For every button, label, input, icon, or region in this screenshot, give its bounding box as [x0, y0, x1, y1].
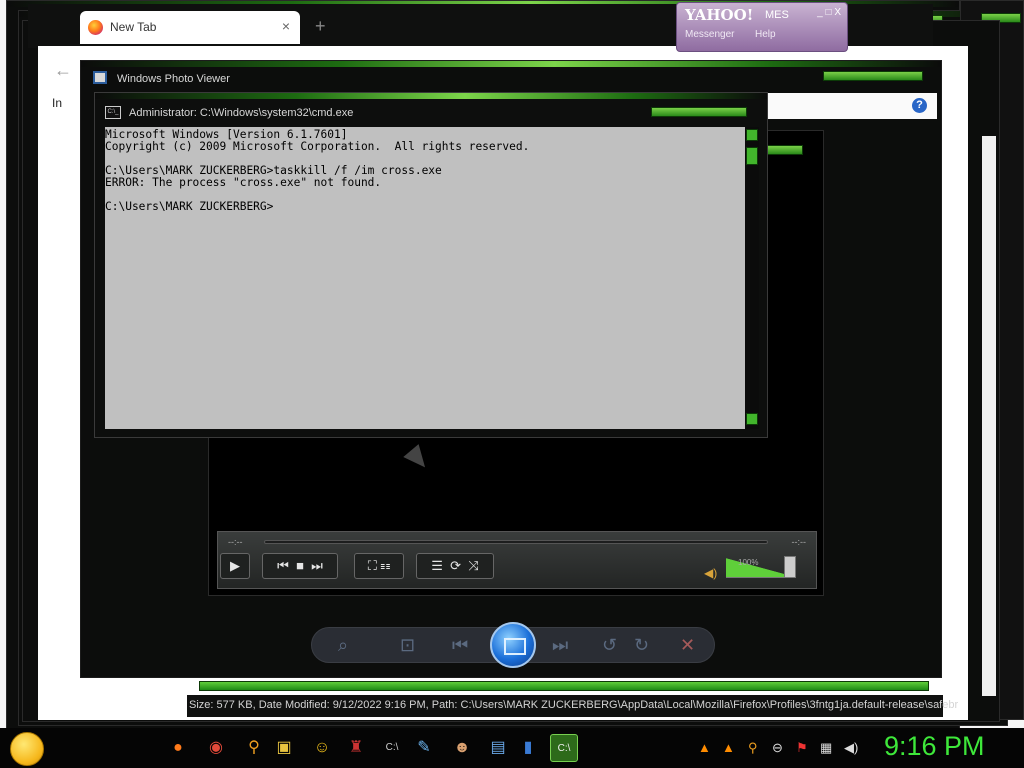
status-text: Size: 577 KB, Date Modified: 9/12/2022 9…	[189, 699, 959, 711]
seek-bar[interactable]	[264, 540, 768, 544]
next-icon[interactable]: ⏭	[311, 558, 323, 573]
messenger-icon[interactable]: ☺	[308, 734, 336, 762]
previous-icon[interactable]: ⏮	[277, 558, 289, 573]
cmd-console[interactable]: Microsoft Windows [Version 6.1.7601] Cop…	[105, 127, 745, 429]
volume-knob[interactable]	[784, 556, 796, 578]
tab-close-button[interactable]: ×	[282, 18, 290, 34]
frame-top-bar	[95, 93, 767, 99]
yahoo-messenger-window[interactable]: YAHOO! MES _ □ X Messenger Help	[676, 2, 848, 52]
cmd-scrollbar[interactable]	[745, 127, 759, 429]
book-icon[interactable]: ▮	[514, 734, 542, 762]
cmd-taskbar-icon[interactable]: C:\	[378, 734, 406, 762]
firefox-icon[interactable]: ●	[164, 734, 192, 762]
playlist-buttons: ☰ ⟳ ⤨	[416, 553, 494, 579]
yahoo-title-suffix: MES	[765, 9, 789, 21]
scroll-down-button[interactable]	[746, 413, 758, 425]
help-icon[interactable]: ?	[912, 98, 927, 113]
taskbar: ● ◉ ⚲ ▣ ☺ ♜ C:\ ✎ ☻ ▤ ▮ C:\ ▲ ▲ ⚲ ⊖ ⚑ ▦ …	[0, 728, 1024, 768]
vlc-icon[interactable]: ▲	[698, 740, 711, 755]
browser-back-button[interactable]: ←	[54, 60, 72, 81]
paint-icon[interactable]: ✎	[410, 734, 438, 762]
next-icon[interactable]: ⏭	[552, 635, 568, 656]
vlc-icon-2[interactable]: ▲	[722, 740, 735, 755]
clock[interactable]: 9:16 PM	[884, 731, 985, 762]
firefox-icon	[88, 20, 103, 35]
cmd-title: Administrator: C:\Windows\system32\cmd.e…	[129, 107, 354, 119]
yahoo-window-controls[interactable]: _ □ X	[817, 7, 841, 18]
rotate-right-icon[interactable]: ↻	[634, 635, 649, 656]
photo-viewer-statusbar: Size: 577 KB, Date Modified: 9/12/2022 9…	[187, 695, 958, 717]
contacts-icon[interactable]: ☻	[448, 734, 476, 762]
photo-viewer-window-controls[interactable]	[823, 71, 923, 81]
frame-top-bar	[81, 61, 941, 67]
scroll-up-button[interactable]	[746, 129, 758, 141]
network-icon[interactable]: ▦	[820, 740, 832, 756]
tab-title: New Tab	[110, 20, 157, 34]
import-bookmarks-link[interactable]: In	[52, 96, 62, 110]
time-total: --:--	[791, 537, 807, 547]
new-tab-button[interactable]: +	[315, 16, 326, 37]
previous-icon[interactable]: ⏮	[452, 635, 468, 656]
transport-buttons: ⏮ ■ ⏭	[262, 553, 338, 579]
search-tray-icon[interactable]: ⚲	[748, 740, 758, 756]
volume-icon[interactable]: ◀)	[704, 566, 717, 580]
cmd-window-controls[interactable]	[651, 107, 747, 117]
volume-percent: 100%	[738, 558, 759, 567]
tab-new-tab[interactable]: New Tab ×	[80, 11, 300, 44]
photo-viewer-title: Windows Photo Viewer	[117, 73, 230, 85]
play-button[interactable]: ▶	[220, 553, 250, 579]
stop-icon[interactable]: ■	[292, 558, 307, 573]
cmd-output: Microsoft Windows [Version 6.1.7601] Cop…	[105, 128, 530, 213]
equalizer-icon[interactable]: ☷	[380, 558, 390, 573]
volume-tray-icon[interactable]: ◀)	[844, 740, 858, 756]
cmd-window: C:\_ Administrator: C:\Windows\system32\…	[94, 92, 768, 438]
cmd-active-icon[interactable]: C:\	[550, 734, 578, 762]
yahoo-logo: YAHOO!	[685, 6, 754, 24]
chrome-icon[interactable]: ◉	[202, 734, 230, 762]
playlist-icon[interactable]: ☰	[431, 558, 443, 573]
flag-icon[interactable]: ⚑	[796, 740, 808, 756]
photo-viewer-progress-bar	[199, 681, 929, 691]
time-elapsed: --:--	[228, 537, 243, 547]
delete-icon[interactable]: ✕	[680, 635, 695, 656]
cmd-icon: C:\_	[105, 106, 121, 119]
fullscreen-icon[interactable]: ⛶	[368, 558, 377, 573]
start-button[interactable]	[10, 732, 44, 766]
photo-viewer-icon	[93, 71, 107, 84]
folder-icon[interactable]: ▣	[270, 734, 298, 762]
view-buttons: ⛶ ☷	[354, 553, 404, 579]
menu-messenger[interactable]: Messenger	[685, 29, 734, 40]
zoom-icon[interactable]: ⌕	[338, 635, 348, 656]
stop-icon[interactable]: ⊖	[772, 740, 783, 756]
photo-viewer-toolbar: ⌕ ⊡ ⏮ ⏭ ↺ ↻ ✕	[311, 622, 715, 668]
rotate-left-icon[interactable]: ↺	[602, 635, 617, 656]
shuffle-icon[interactable]: ⤨	[468, 558, 478, 573]
slideshow-button[interactable]	[490, 622, 536, 668]
actual-size-icon[interactable]: ⊡	[400, 635, 415, 656]
photo-viewer-taskbar-icon[interactable]: ▤	[484, 734, 512, 762]
repeat-icon[interactable]: ⟳	[447, 558, 465, 573]
search-icon[interactable]: ⚲	[240, 734, 268, 762]
player-controls: --:-- --:-- ▶ ⏮ ■ ⏭ ⛶ ☷ ☰ ⟳ ⤨ ◀) 100%	[217, 531, 817, 589]
scroll-thumb[interactable]	[746, 147, 758, 165]
game-icon[interactable]: ♜	[342, 734, 370, 762]
menu-help[interactable]: Help	[755, 29, 776, 40]
browser-scrollbar[interactable]	[982, 136, 996, 696]
